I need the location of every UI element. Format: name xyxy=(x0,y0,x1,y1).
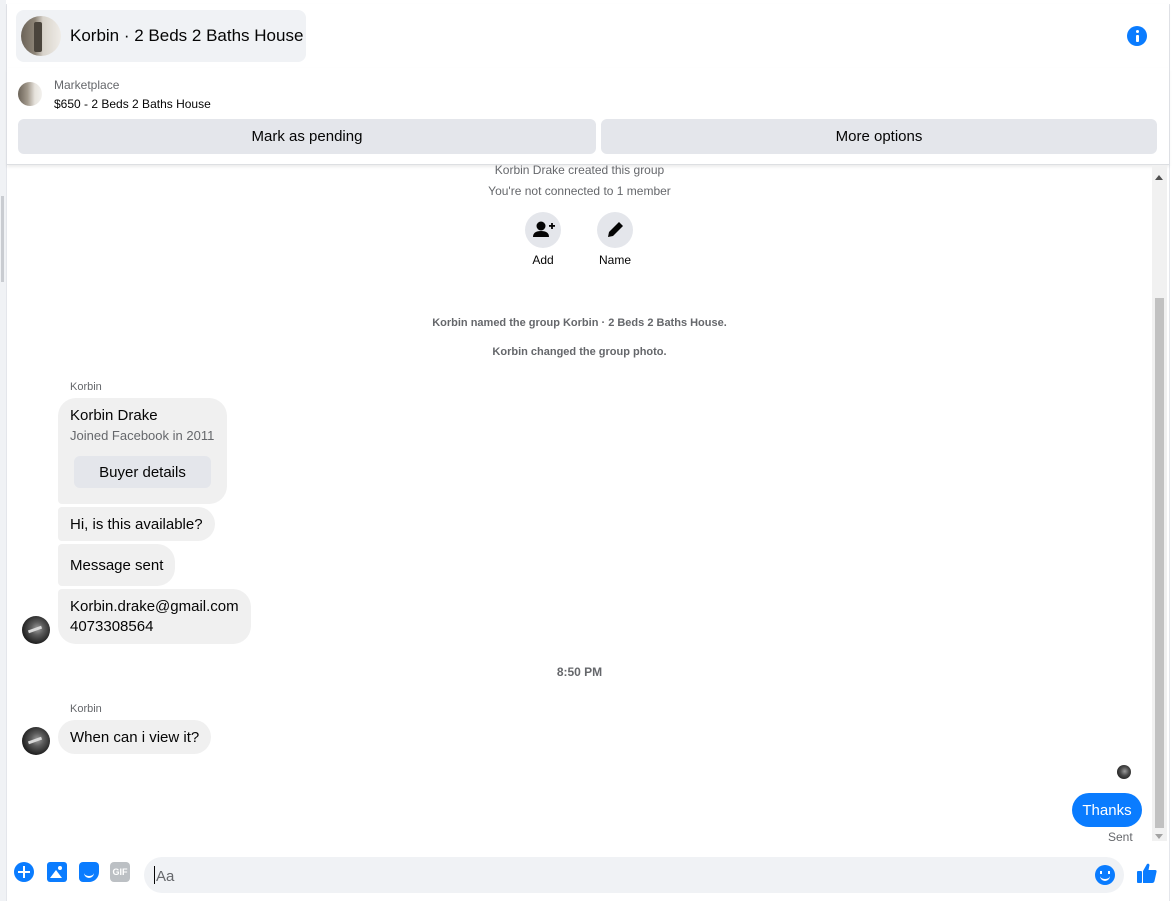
message-input[interactable] xyxy=(154,857,1088,895)
listing-title[interactable]: $650 - 2 Beds 2 Baths House xyxy=(54,97,211,111)
scrollbar[interactable] xyxy=(1152,165,1167,841)
photo-icon[interactable] xyxy=(47,862,67,882)
sender-avatar[interactable] xyxy=(22,616,50,644)
chat-header: Korbin · 2 Beds 2 Baths House xyxy=(7,4,1169,69)
sticker-icon[interactable] xyxy=(79,862,99,882)
message-text: Message sent xyxy=(70,556,164,574)
conversation-title: Korbin · 2 Beds 2 Baths House xyxy=(70,26,304,45)
photo-changed-notice: Korbin changed the group photo. xyxy=(492,346,667,358)
profile-joined: Joined Facebook in 2011 xyxy=(70,428,215,443)
gif-icon[interactable]: GIF xyxy=(110,862,130,882)
profile-name[interactable]: Korbin Drake xyxy=(70,407,158,424)
listing-thumbnail[interactable] xyxy=(18,82,42,106)
background-scroll-indicator xyxy=(1,196,4,282)
outgoing-message-bubble[interactable]: Thanks xyxy=(1072,793,1142,827)
connection-notice: You're not connected to 1 member xyxy=(488,184,671,198)
scrollbar-thumb[interactable] xyxy=(1155,298,1164,828)
pencil-icon[interactable] xyxy=(597,212,633,248)
info-circle-icon[interactable] xyxy=(1127,26,1147,46)
message-text: Thanks xyxy=(1082,801,1132,819)
email-link[interactable]: Korbin.drake@gmail.com xyxy=(70,597,239,617)
seen-indicator-avatar xyxy=(1117,765,1131,779)
add-person-icon[interactable] xyxy=(525,212,561,248)
gif-label: GIF xyxy=(112,867,128,877)
mark-as-pending-button[interactable]: Mark as pending xyxy=(18,119,596,154)
emoji-icon[interactable] xyxy=(1095,865,1115,885)
text-cursor xyxy=(154,866,155,884)
plus-icon[interactable] xyxy=(14,862,34,882)
renamed-notice: Korbin named the group Korbin · 2 Beds 2… xyxy=(432,317,727,329)
profile-card: Korbin Drake Joined Facebook in 2011 Buy… xyxy=(58,398,227,504)
scroll-up-arrow[interactable] xyxy=(1155,175,1163,180)
like-icon[interactable] xyxy=(1135,861,1159,885)
scroll-down-arrow[interactable] xyxy=(1155,834,1163,839)
marketplace-label: Marketplace xyxy=(54,78,120,92)
phone-link[interactable]: 4073308564 xyxy=(70,617,239,637)
add-label: Add xyxy=(532,253,554,267)
add-member-action[interactable]: Add xyxy=(513,212,573,267)
message-bubble[interactable]: Message sent xyxy=(58,544,176,586)
created-notice: Korbin Drake created this group xyxy=(494,165,665,177)
chat-window: Korbin · 2 Beds 2 Baths House Marketplac… xyxy=(6,4,1170,901)
message-bubble[interactable]: When can i view it? xyxy=(58,720,212,754)
conversation-title-button[interactable]: Korbin · 2 Beds 2 Baths House xyxy=(16,10,306,62)
name-label: Name xyxy=(598,253,631,267)
sent-status: Sent xyxy=(1108,830,1133,841)
message-text: Hi, is this available? xyxy=(70,515,203,533)
name-group-action[interactable]: Name xyxy=(585,212,645,267)
message-list[interactable]: Korbin Drake created this group You're n… xyxy=(7,165,1152,841)
sender-avatar[interactable] xyxy=(22,727,50,755)
message-bubble[interactable]: Hi, is this available? xyxy=(58,507,215,541)
message-input-wrapper xyxy=(144,857,1124,895)
sender-name: Korbin xyxy=(70,703,102,715)
message-text: When can i view it? xyxy=(70,728,200,746)
buyer-details-button[interactable]: Buyer details xyxy=(74,456,211,488)
message-bubble[interactable]: Korbin.drake@gmail.com 4073308564 xyxy=(58,589,251,644)
sender-name: Korbin xyxy=(70,381,102,393)
message-timestamp: 8:50 PM xyxy=(556,665,603,679)
marketplace-listing-bar: Marketplace $650 - 2 Beds 2 Baths House … xyxy=(7,68,1169,165)
group-photo xyxy=(21,16,61,56)
more-options-button[interactable]: More options xyxy=(601,119,1157,154)
message-composer: GIF xyxy=(7,841,1169,901)
